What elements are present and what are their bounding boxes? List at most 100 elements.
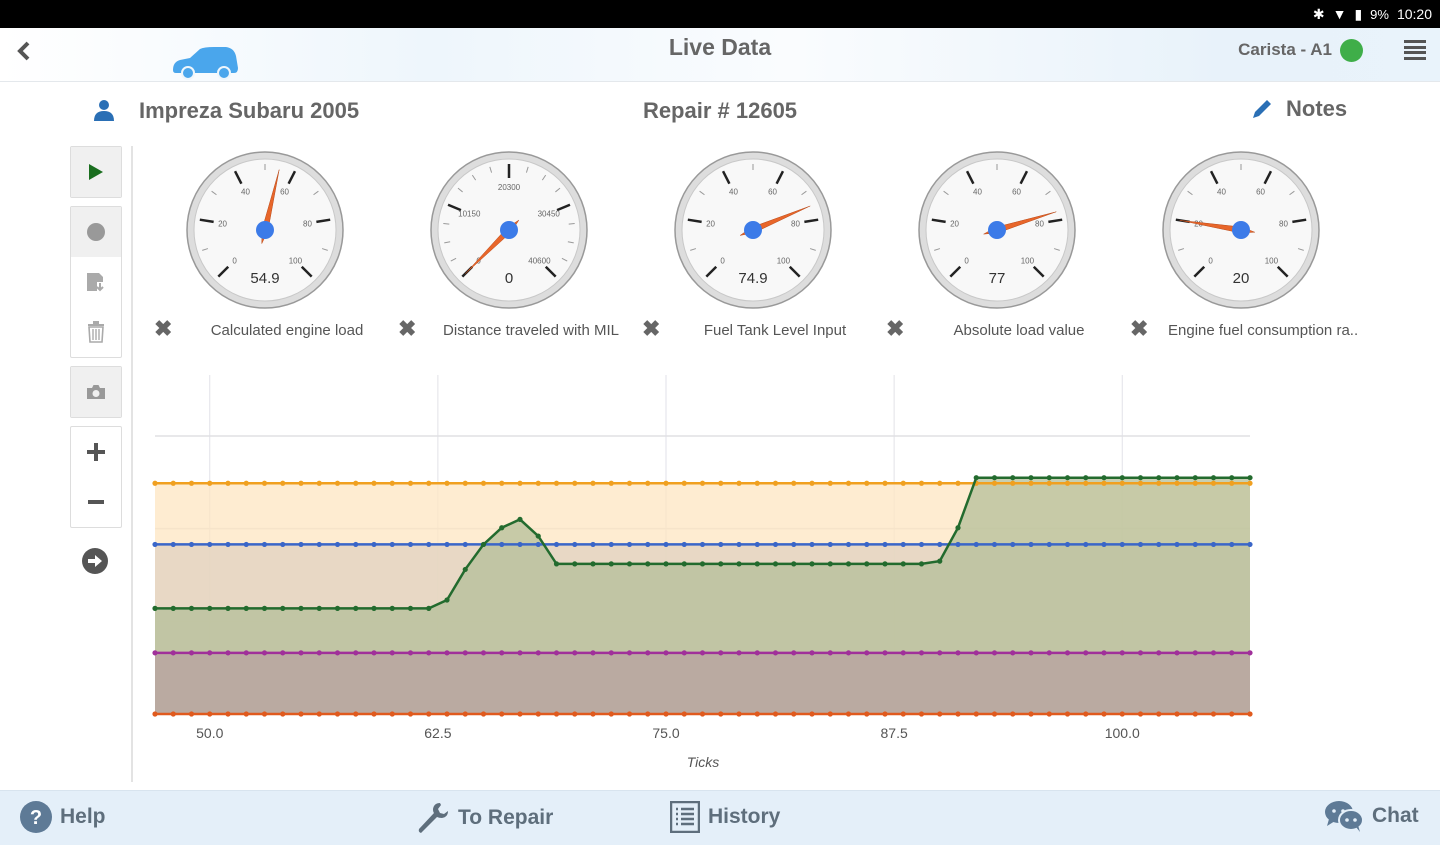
to-repair-button[interactable]: To Repair: [416, 801, 553, 835]
zoom-in-button[interactable]: [71, 427, 121, 477]
data-point: [827, 561, 833, 567]
zoom-out-button[interactable]: [71, 477, 121, 527]
data-point: [426, 541, 432, 548]
gauge-tick-label: 80: [1035, 219, 1044, 228]
data-point: [353, 480, 359, 486]
status-bar: ✱ ▼ ▮ 9% 10:20: [0, 0, 1440, 28]
data-point: [590, 541, 596, 548]
data-point: [316, 541, 322, 548]
data-point: [955, 525, 961, 531]
data-point: [353, 711, 359, 717]
wifi-icon: ▼: [1332, 6, 1347, 22]
data-point: [864, 541, 870, 548]
data-point: [608, 561, 614, 567]
gauge: 0 20 40 60 80 100 77 ✖ Absolute load value: [872, 150, 1116, 350]
data-point: [1028, 650, 1034, 656]
data-point: [645, 541, 651, 548]
data-point: [1174, 541, 1180, 548]
remove-gauge-button[interactable]: ✖: [1130, 318, 1148, 340]
data-point: [1192, 650, 1198, 656]
data-point: [371, 605, 377, 611]
remove-gauge-button[interactable]: ✖: [642, 318, 660, 340]
data-point: [827, 711, 833, 717]
remove-gauge-button[interactable]: ✖: [886, 318, 904, 340]
data-point: [918, 541, 925, 548]
data-point: [1137, 480, 1144, 486]
gauge-label: Fuel Tank Level Input: [703, 322, 847, 339]
history-button[interactable]: History: [670, 801, 780, 833]
gauge-tick-label: 0: [232, 256, 237, 265]
data-point: [590, 561, 596, 567]
gauge-row: 0 20 40 60 80 100 54.9 ✖ Calculated engine loa…: [140, 150, 1390, 350]
gauge-hub: [744, 221, 762, 239]
save-button[interactable]: [71, 257, 121, 307]
gauge-tick-label: 80: [1279, 219, 1288, 228]
data-point: [188, 650, 195, 656]
record-button[interactable]: [71, 207, 121, 257]
data-point: [316, 605, 322, 611]
data-point: [334, 480, 341, 486]
data-point: [426, 711, 432, 717]
battery-percent: 9%: [1370, 6, 1389, 22]
data-point: [1192, 711, 1198, 717]
chart-toolbar: [70, 146, 122, 586]
data-point: [1174, 711, 1180, 717]
data-point: [517, 541, 523, 548]
data-point: [827, 480, 833, 486]
data-point: [1229, 650, 1235, 656]
data-point: [809, 650, 815, 656]
menu-button[interactable]: [1404, 40, 1426, 60]
remove-gauge-button[interactable]: ✖: [398, 318, 416, 340]
repair-number: Repair # 12605: [642, 98, 798, 123]
data-point: [188, 711, 195, 717]
data-point: [407, 541, 414, 548]
data-point: [407, 605, 414, 611]
data-point: [900, 561, 906, 567]
gauge-value: 74.9: [738, 270, 767, 287]
data-point: [517, 711, 523, 717]
data-point: [937, 711, 943, 717]
data-point: [225, 541, 231, 548]
data-point: [535, 541, 541, 548]
data-point: [1247, 475, 1253, 481]
data-point: [1101, 541, 1107, 548]
data-point: [1083, 650, 1089, 656]
data-point: [937, 480, 943, 486]
data-point: [718, 561, 724, 567]
play-button[interactable]: [71, 147, 121, 197]
data-point: [791, 480, 797, 486]
data-point: [407, 480, 414, 486]
chat-icon: [1325, 801, 1364, 832]
remove-gauge-button[interactable]: ✖: [154, 318, 172, 340]
data-point: [170, 650, 176, 656]
data-point: [280, 541, 286, 548]
gauge-tick-label: 40: [1217, 188, 1226, 197]
data-point: [772, 561, 779, 567]
next-button[interactable]: [70, 536, 120, 586]
data-point: [608, 480, 614, 486]
help-button[interactable]: ? Help: [20, 801, 106, 833]
page-title: Live Data: [668, 34, 772, 60]
data-point: [188, 605, 195, 611]
data-point: [517, 480, 523, 486]
data-point: [608, 541, 614, 548]
screenshot-button[interactable]: [71, 367, 121, 417]
minus-icon: [88, 500, 104, 504]
data-point: [499, 650, 505, 656]
data-point: [681, 561, 687, 567]
data-point: [1247, 541, 1253, 548]
gauge-tick-label: 100: [1265, 256, 1279, 265]
data-point: [827, 650, 833, 656]
data-point: [1028, 480, 1034, 486]
delete-button[interactable]: [71, 307, 121, 357]
gauge-dial: 0101502030030450406000: [430, 151, 588, 309]
data-point: [1010, 475, 1016, 481]
data-point: [426, 650, 432, 656]
data-point: [1156, 650, 1162, 656]
notes-button[interactable]: Notes: [1250, 96, 1347, 122]
data-point: [170, 480, 176, 486]
chat-button[interactable]: Chat: [1324, 799, 1419, 833]
live-data-chart[interactable]: 50.0 62.5 75.0 87.5 100.0 Ticks: [140, 370, 1270, 780]
data-point: [699, 480, 706, 486]
data-point: [535, 711, 541, 717]
